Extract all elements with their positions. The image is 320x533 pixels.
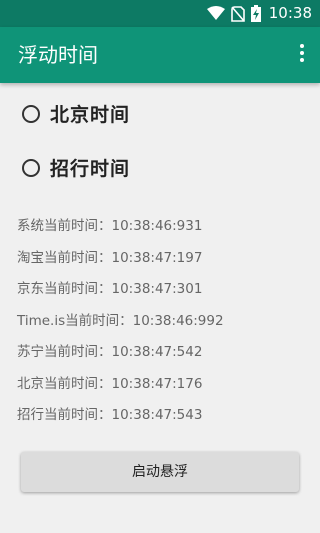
list-item: 苏宁当前时间：10:38:47:542 xyxy=(17,344,203,360)
list-item: 北京当前时间：10:38:47:176 xyxy=(17,375,203,392)
list-item: 招行当前时间：10:38:47:543 xyxy=(17,407,203,423)
radio-circle-icon[interactable] xyxy=(22,158,40,177)
app-bar: 浮动时间 xyxy=(0,27,320,83)
radio-beijing-time[interactable]: 北京时间 xyxy=(22,100,130,127)
wifi-icon xyxy=(206,6,225,21)
radio-label: 招行时间 xyxy=(50,158,131,180)
list-item: Time.is当前时间：10:38:46:992 xyxy=(17,312,224,329)
no-sim-icon xyxy=(230,5,245,22)
page-title: 浮动时间 xyxy=(18,43,98,67)
status-time: 10:38 xyxy=(268,4,312,22)
list-item: 京东当前时间：10:38:47:301 xyxy=(17,281,203,297)
start-float-button[interactable]: 启动悬浮 xyxy=(21,452,299,492)
time-list: 系统当前时间：10:38:46:931 淘宝当前时间：10:38:47:197 … xyxy=(17,217,224,438)
radio-label: 北京时间 xyxy=(50,104,131,126)
overflow-menu-icon[interactable] xyxy=(298,44,306,66)
list-item: 系统当前时间：10:38:46:931 xyxy=(17,218,203,234)
status-bar: 10:38 xyxy=(0,0,320,27)
battery-charging-icon xyxy=(250,5,261,22)
radio-circle-icon[interactable] xyxy=(22,104,40,123)
radio-cmb-time[interactable]: 招行时间 xyxy=(22,154,130,181)
list-item: 淘宝当前时间：10:38:47:197 xyxy=(17,249,203,266)
